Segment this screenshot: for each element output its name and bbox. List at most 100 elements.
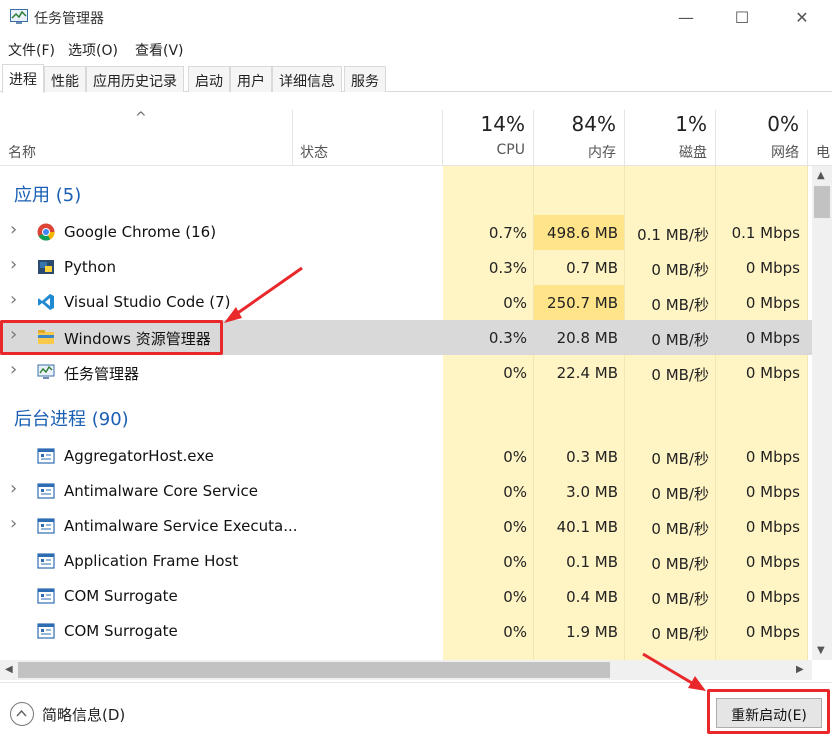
cpu-percent: 14% xyxy=(480,112,525,136)
process-disk-value: 0 MB/秒 xyxy=(651,296,709,314)
process-name: AggregatorHost.exe xyxy=(64,447,214,465)
process-name: Google Chrome (16) xyxy=(64,223,217,241)
menu-view[interactable]: 查看(V) xyxy=(135,40,184,60)
process-mem-value: 0.1 MB xyxy=(566,553,618,571)
process-row[interactable]: › Visual Studio Code (7) 0% 250.7 MB 0 MB/秒 0… xyxy=(0,285,812,320)
expand-chevron-icon[interactable]: › xyxy=(10,478,17,499)
process-cpu-value: 0.7% xyxy=(488,224,527,242)
expand-chevron-icon[interactable]: › xyxy=(10,219,17,240)
process-name: Application Frame Host xyxy=(64,552,239,570)
task-manager-app-icon xyxy=(10,9,28,24)
horizontal-scroll-thumb[interactable] xyxy=(18,662,610,678)
process-net-value: 0 Mbps xyxy=(745,329,800,347)
expand-chevron-icon[interactable]: › xyxy=(10,359,17,380)
column-header: ^ 名称 状态 14% CPU 84% 内存 1% 磁盘 0% 网络 电 xyxy=(0,110,832,166)
process-mem-value: 0.3 MB xyxy=(566,448,618,466)
process-row[interactable]: › Antimalware Core Service 0% 3.0 MB 0 MB/秒 0… xyxy=(0,474,812,509)
service-window-icon xyxy=(37,553,55,569)
process-mem-value: 40.1 MB xyxy=(556,518,618,536)
tab-performance[interactable]: 性能 xyxy=(44,66,86,92)
collapse-details-icon[interactable] xyxy=(10,702,34,726)
process-cpu-value: 0.3% xyxy=(488,329,527,347)
process-row[interactable]: AggregatorHost.exe 0% 0.3 MB 0 MB/秒 0 Mbps xyxy=(0,439,812,474)
process-table: 应用 (5) 后台进程 (90) › Google Chrome (16) 0.7%… xyxy=(0,166,812,660)
service-window-icon xyxy=(37,623,55,639)
process-net-value: 0 Mbps xyxy=(745,259,800,277)
process-row[interactable]: COM Surrogate 0% 0.4 MB 0 MB/秒 0 Mbps xyxy=(0,579,812,614)
tab-strip: 进程 性能 应用历史记录 启动 用户 详细信息 服务 xyxy=(0,64,832,93)
vscode-icon xyxy=(38,294,54,310)
process-cpu-value: 0% xyxy=(503,553,527,571)
process-row[interactable]: › 任务管理器 0% 22.4 MB 0 MB/秒 0 Mbps xyxy=(0,355,812,390)
process-cpu-value: 0% xyxy=(503,483,527,501)
vertical-scroll-thumb[interactable] xyxy=(814,186,830,218)
process-disk-value: 0 MB/秒 xyxy=(651,625,709,643)
fewer-details-link[interactable]: 简略信息(D) xyxy=(42,704,125,725)
process-net-value: 0 Mbps xyxy=(745,364,800,382)
process-row[interactable]: Application Frame Host 0% 0.1 MB 0 MB/秒 0 Mb… xyxy=(0,544,812,579)
tab-details[interactable]: 详细信息 xyxy=(272,66,342,92)
process-row[interactable]: › Google Chrome (16) 0.7% 498.6 MB 0.1 MB/秒 0… xyxy=(0,215,812,250)
scroll-up-icon[interactable]: ▲ xyxy=(817,170,825,181)
close-icon: ✕ xyxy=(795,7,809,27)
minimize-icon: — xyxy=(678,7,694,27)
process-disk-value: 0 MB/秒 xyxy=(651,366,709,384)
process-cpu-value: 0% xyxy=(503,294,527,312)
column-name[interactable]: 名称 xyxy=(8,142,36,162)
process-name: COM Surrogate xyxy=(64,587,178,605)
process-mem-value: 250.7 MB xyxy=(547,294,618,312)
tab-services[interactable]: 服务 xyxy=(344,66,386,92)
title-bar: 任务管理器 — ☐ ✕ xyxy=(0,0,832,36)
process-disk-value: 0 MB/秒 xyxy=(651,485,709,503)
highlight-restart-button xyxy=(707,689,830,734)
task-manager-icon xyxy=(37,364,55,379)
service-window-icon xyxy=(37,518,55,534)
close-button[interactable]: ✕ xyxy=(772,0,832,34)
process-cpu-value: 0% xyxy=(503,364,527,382)
vertical-scrollbar[interactable] xyxy=(812,166,832,660)
process-net-value: 0.1 Mbps xyxy=(731,224,800,242)
process-mem-value: 1.9 MB xyxy=(566,623,618,641)
process-disk-value: 0 MB/秒 xyxy=(651,520,709,538)
column-cpu[interactable]: CPU xyxy=(444,142,525,158)
scroll-down-icon[interactable]: ▼ xyxy=(817,645,825,656)
sort-up-icon[interactable]: ^ xyxy=(135,110,147,126)
process-disk-value: 0 MB/秒 xyxy=(651,331,709,349)
maximize-button[interactable]: ☐ xyxy=(712,0,772,34)
process-cpu-value: 0% xyxy=(503,588,527,606)
highlight-selected-row xyxy=(0,320,223,355)
column-disk[interactable]: 磁盘 xyxy=(626,142,707,162)
tab-processes[interactable]: 进程 xyxy=(2,64,44,93)
menu-bar: 文件(F) 选项(O) 查看(V) xyxy=(0,37,832,61)
process-net-value: 0 Mbps xyxy=(745,518,800,536)
menu-file[interactable]: 文件(F) xyxy=(8,40,55,60)
process-cpu-value: 0% xyxy=(503,623,527,641)
process-mem-value: 22.4 MB xyxy=(556,364,618,382)
minimize-button[interactable]: — xyxy=(656,0,716,34)
scroll-left-icon[interactable]: ◀ xyxy=(5,664,13,675)
process-name: 任务管理器 xyxy=(64,365,140,383)
expand-chevron-icon[interactable]: › xyxy=(10,289,17,310)
process-cpu-value: 0% xyxy=(503,518,527,536)
tab-users[interactable]: 用户 xyxy=(230,66,272,92)
column-power[interactable]: 电 xyxy=(816,142,830,162)
scroll-right-icon[interactable]: ▶ xyxy=(796,664,804,675)
process-row[interactable]: › Python 0.3% 0.7 MB 0 MB/秒 0 Mbps xyxy=(0,250,812,285)
expand-chevron-icon[interactable]: › xyxy=(10,254,17,275)
process-net-value: 0 Mbps xyxy=(745,483,800,501)
service-window-icon xyxy=(37,448,55,464)
process-row[interactable]: COM Surrogate 0% 1.9 MB 0 MB/秒 0 Mbps xyxy=(0,614,812,649)
process-row[interactable]: › Antimalware Service Executa... 0% 40.1 MB… xyxy=(0,509,812,544)
process-cpu-value: 0.3% xyxy=(488,259,527,277)
expand-chevron-icon[interactable]: › xyxy=(10,513,17,534)
group-apps: 应用 (5) xyxy=(14,185,82,206)
process-name: Visual Studio Code (7) xyxy=(64,293,231,311)
tab-startup[interactable]: 启动 xyxy=(188,66,230,92)
column-status[interactable]: 状态 xyxy=(300,142,328,162)
column-network[interactable]: 网络 xyxy=(717,142,799,162)
process-mem-value: 0.7 MB xyxy=(566,259,618,277)
menu-options[interactable]: 选项(O) xyxy=(68,40,118,60)
tab-app-history[interactable]: 应用历史记录 xyxy=(86,66,184,92)
column-memory[interactable]: 内存 xyxy=(535,142,616,162)
network-percent: 0% xyxy=(767,112,799,136)
